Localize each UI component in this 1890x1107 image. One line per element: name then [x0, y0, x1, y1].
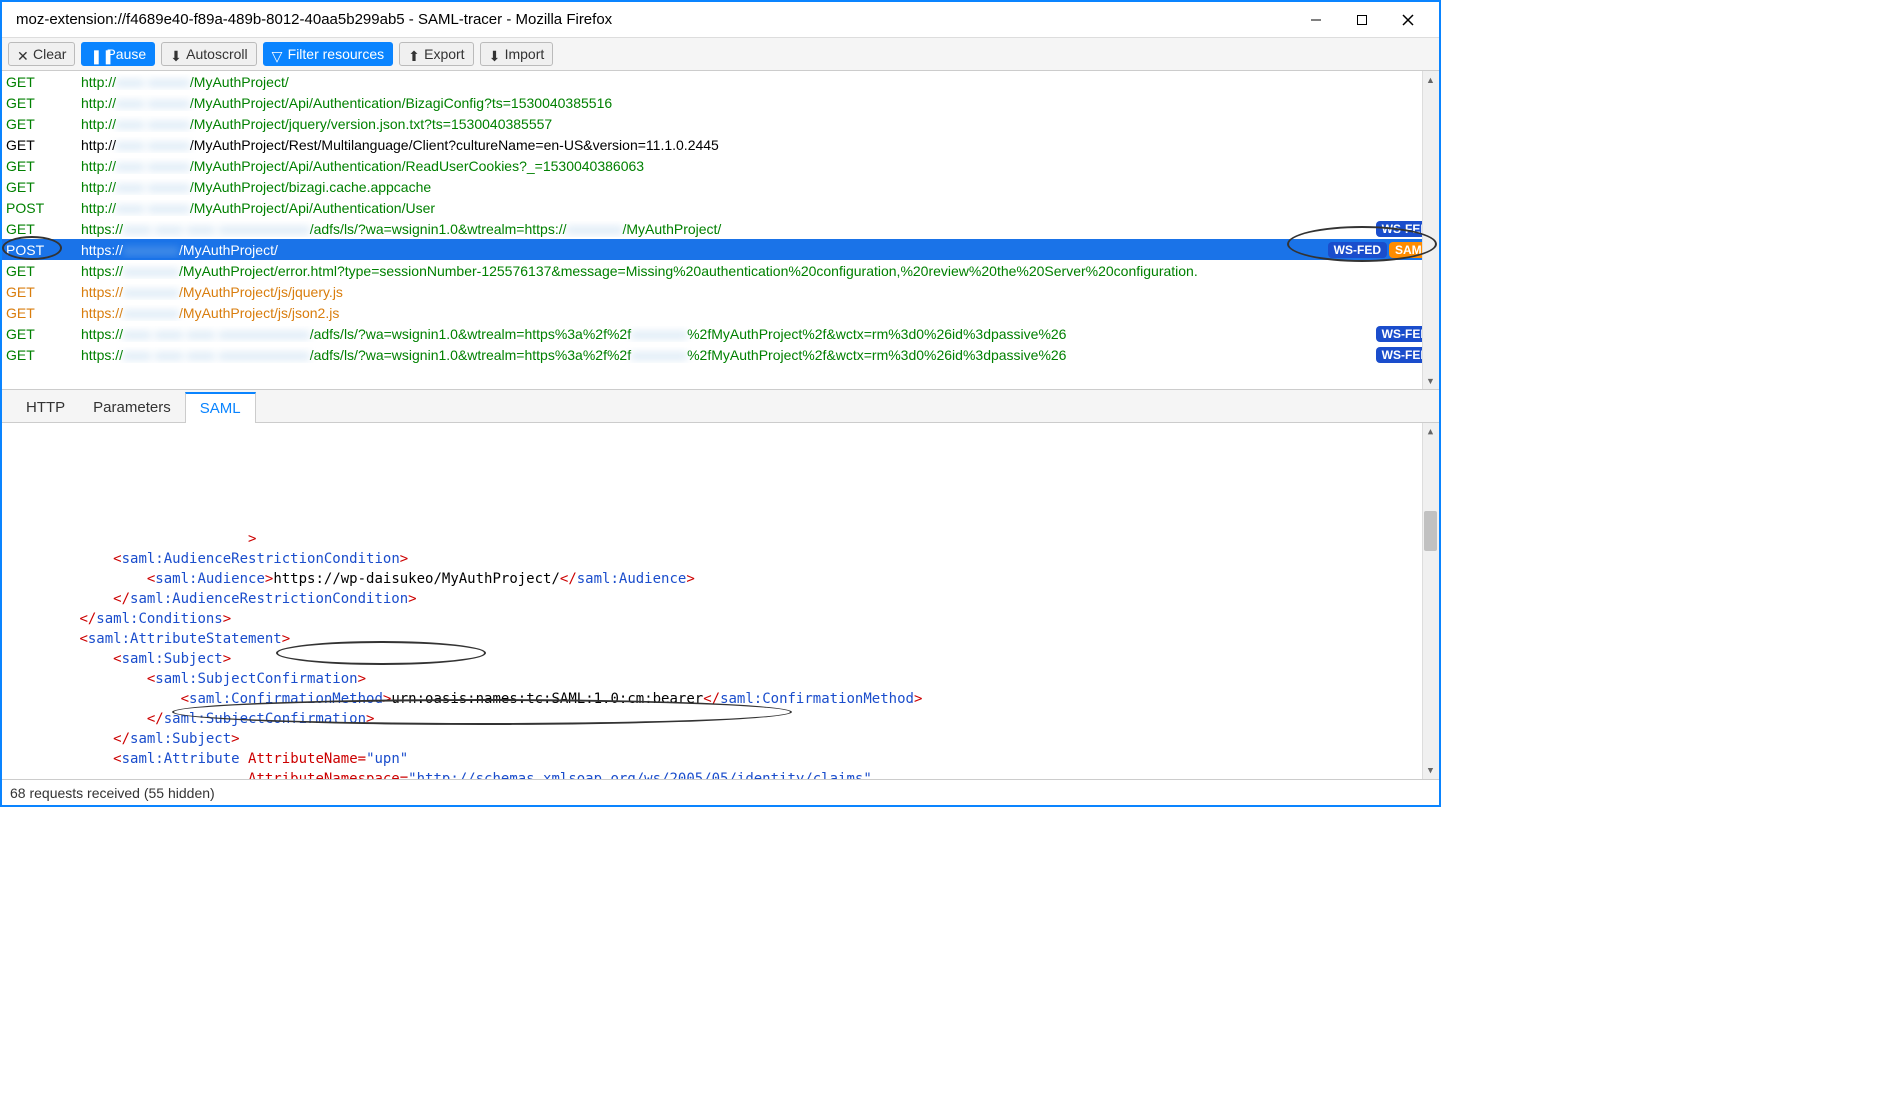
- scrollbar[interactable]: ▲ ▼: [1422, 423, 1439, 779]
- request-method: POST: [6, 242, 81, 258]
- request-method: GET: [6, 347, 81, 363]
- toolbar: ✕Clear ❚❚Pause ⬇Autoscroll ▽Filter resou…: [2, 38, 1439, 71]
- tab-parameters[interactable]: Parameters: [79, 393, 185, 422]
- request-row[interactable]: GEThttp://xxxx xxxxxx/MyAuthProject/Rest…: [2, 134, 1439, 155]
- request-row[interactable]: GEThttps://xxxxxxxx/MyAuthProject/js/jso…: [2, 302, 1439, 323]
- request-method: GET: [6, 74, 81, 90]
- request-method: GET: [6, 263, 81, 279]
- request-method: POST: [6, 200, 81, 216]
- pause-button[interactable]: ❚❚Pause: [81, 42, 155, 66]
- request-url: http://xxxx xxxxxx/MyAuthProject/jquery/…: [81, 116, 1435, 132]
- request-url: https://xxxxxxxx/MyAuthProject/js/jquery…: [81, 284, 1435, 300]
- tab-saml[interactable]: SAML: [185, 392, 256, 423]
- scroll-down-icon[interactable]: ▼: [1424, 372, 1437, 389]
- request-url: http://xxxx xxxxxx/MyAuthProject/: [81, 74, 1435, 90]
- request-url: https://xxxx xxxx xxxx xxxxxxxxxxxxx/adf…: [81, 221, 1376, 237]
- scroll-down-icon[interactable]: ▼: [1424, 762, 1437, 779]
- request-method: GET: [6, 95, 81, 111]
- badge-ws-fed: WS-FED: [1328, 242, 1387, 258]
- request-method: GET: [6, 305, 81, 321]
- filter-button[interactable]: ▽Filter resources: [263, 42, 393, 66]
- scrollbar[interactable]: ▲ ▼: [1422, 71, 1439, 389]
- request-url: https://xxxxxxxx/MyAuthProject/js/json2.…: [81, 305, 1435, 321]
- request-method: GET: [6, 284, 81, 300]
- status-text: 68 requests received (55 hidden): [10, 785, 215, 801]
- request-method: GET: [6, 158, 81, 174]
- request-list[interactable]: ▲ ▼ GEThttp://xxxx xxxxxx/MyAuthProject/…: [2, 71, 1439, 389]
- request-row[interactable]: GEThttps://xxxx xxxx xxxx xxxxxxxxxxxxx/…: [2, 218, 1439, 239]
- window-title: moz-extension://f4689e40-f89a-489b-8012-…: [10, 11, 1293, 28]
- request-row[interactable]: GEThttp://xxxx xxxxxx/MyAuthProject/jque…: [2, 113, 1439, 134]
- scroll-thumb[interactable]: [1424, 511, 1437, 551]
- request-row[interactable]: POSThttp://xxxx xxxxxx/MyAuthProject/Api…: [2, 197, 1439, 218]
- request-row[interactable]: GEThttps://xxxxxxxx/MyAuthProject/js/jqu…: [2, 281, 1439, 302]
- close-button[interactable]: [1385, 4, 1431, 36]
- tab-http[interactable]: HTTP: [12, 393, 79, 422]
- request-row[interactable]: GEThttp://xxxx xxxxxx/MyAuthProject/Api/…: [2, 92, 1439, 113]
- clear-button[interactable]: ✕Clear: [8, 42, 75, 66]
- titlebar: moz-extension://f4689e40-f89a-489b-8012-…: [2, 2, 1439, 38]
- scroll-up-icon[interactable]: ▲: [1424, 423, 1437, 440]
- request-method: GET: [6, 137, 81, 153]
- request-url: http://xxxx xxxxxx/MyAuthProject/Api/Aut…: [81, 200, 1435, 216]
- request-url: http://xxxx xxxxxx/MyAuthProject/Rest/Mu…: [81, 137, 1435, 153]
- request-url: http://xxxx xxxxxx/MyAuthProject/bizagi.…: [81, 179, 1435, 195]
- request-url: https://xxxx xxxx xxxx xxxxxxxxxxxxx/adf…: [81, 326, 1376, 342]
- request-row[interactable]: POSThttps://xxxxxxxx/MyAuthProject/WS-FE…: [2, 239, 1439, 260]
- request-url: https://xxxx xxxx xxxx xxxxxxxxxxxxx/adf…: [81, 347, 1376, 363]
- import-button[interactable]: ⬇Import: [480, 42, 554, 66]
- x-icon: ✕: [17, 48, 29, 60]
- request-method: GET: [6, 179, 81, 195]
- pause-icon: ❚❚: [90, 48, 102, 60]
- scroll-up-icon[interactable]: ▲: [1424, 71, 1437, 88]
- request-url: https://xxxxxxxx/MyAuthProject/error.htm…: [81, 263, 1435, 279]
- maximize-button[interactable]: [1339, 4, 1385, 36]
- request-row[interactable]: GEThttps://xxxxxxxx/MyAuthProject/error.…: [2, 260, 1439, 281]
- request-row[interactable]: GEThttp://xxxx xxxxxx/MyAuthProject/: [2, 71, 1439, 92]
- request-row[interactable]: GEThttp://xxxx xxxxxx/MyAuthProject/Api/…: [2, 155, 1439, 176]
- request-url: https://xxxxxxxx/MyAuthProject/: [81, 242, 1328, 258]
- request-row[interactable]: GEThttp://xxxx xxxxxx/MyAuthProject/biza…: [2, 176, 1439, 197]
- upload-icon: ⬆: [408, 48, 420, 60]
- autoscroll-button[interactable]: ⬇Autoscroll: [161, 42, 256, 66]
- download-icon: ⬇: [489, 48, 501, 60]
- request-row[interactable]: GEThttps://xxxx xxxx xxxx xxxxxxxxxxxxx/…: [2, 344, 1439, 365]
- request-url: http://xxxx xxxxxx/MyAuthProject/Api/Aut…: [81, 158, 1435, 174]
- request-method: GET: [6, 221, 81, 237]
- saml-detail-pane[interactable]: ▲ ▼ > <saml:AudienceRestrictionCondition…: [2, 423, 1439, 779]
- minimize-button[interactable]: [1293, 4, 1339, 36]
- filter-icon: ▽: [272, 48, 284, 60]
- status-bar: 68 requests received (55 hidden): [2, 779, 1439, 805]
- request-url: http://xxxx xxxxxx/MyAuthProject/Api/Aut…: [81, 95, 1435, 111]
- export-button[interactable]: ⬆Export: [399, 42, 473, 66]
- request-method: GET: [6, 326, 81, 342]
- detail-tabs: HTTP Parameters SAML: [2, 389, 1439, 423]
- request-method: GET: [6, 116, 81, 132]
- request-row[interactable]: GEThttps://xxxx xxxx xxxx xxxxxxxxxxxxx/…: [2, 323, 1439, 344]
- download-icon: ⬇: [170, 48, 182, 60]
